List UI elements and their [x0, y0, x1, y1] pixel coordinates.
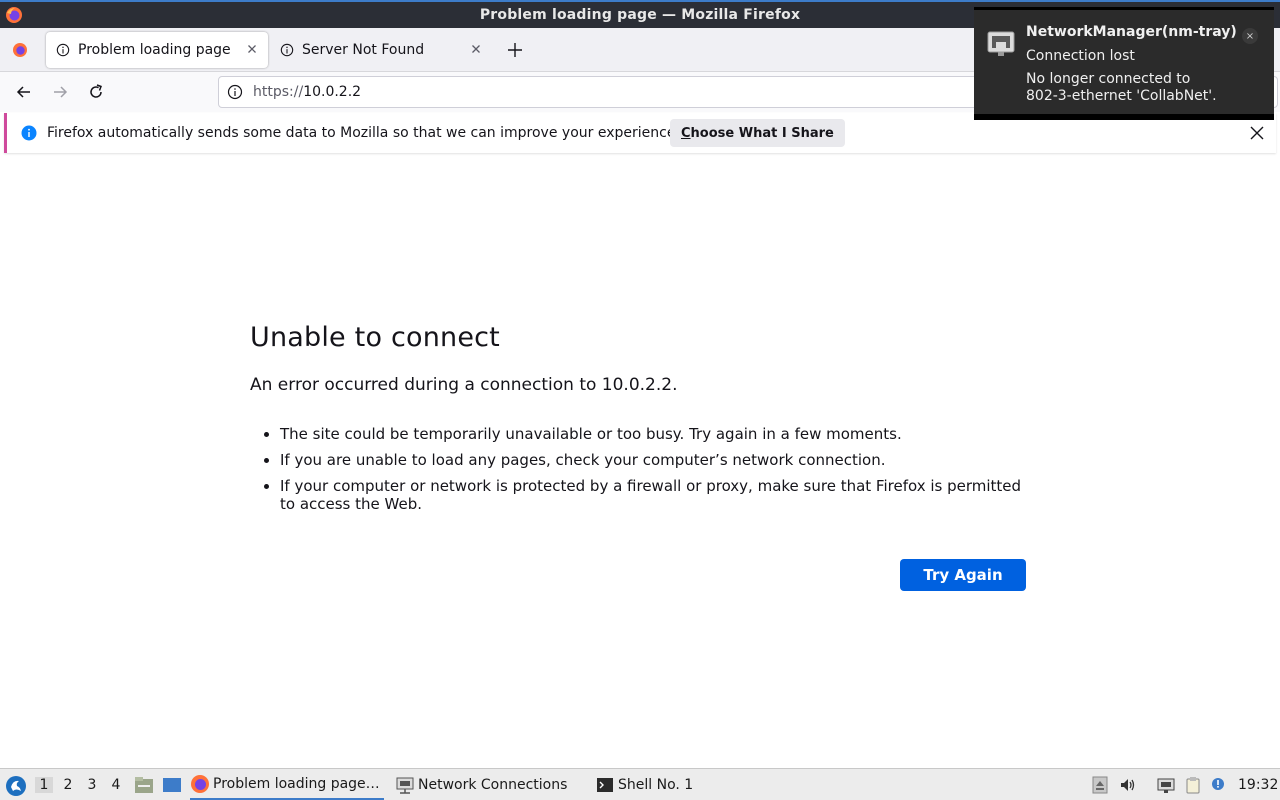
tab-label: Problem loading page	[78, 42, 231, 58]
network-icon	[396, 777, 414, 794]
task-label: Shell No. 1	[618, 776, 694, 793]
clipboard-icon[interactable]	[1184, 776, 1202, 794]
back-arrow-icon[interactable]	[14, 82, 34, 102]
site-info-icon[interactable]	[227, 84, 243, 100]
close-infobar-icon[interactable]	[1248, 124, 1266, 142]
start-menu-icon[interactable]	[5, 775, 27, 797]
button-label-rest: hoose What I Share	[690, 125, 834, 141]
list-item: The site could be temporarily unavailabl…	[280, 425, 1030, 443]
network-tray-icon[interactable]	[1157, 776, 1175, 794]
notification-summary: Connection lost	[1026, 48, 1135, 64]
desktop-notification[interactable]: NetworkManager(nm-tray) Connection lost …	[974, 7, 1274, 120]
workspace-2[interactable]: 2	[59, 777, 77, 793]
tab-label: Server Not Found	[302, 42, 425, 58]
firefox-view-button[interactable]	[6, 36, 34, 64]
choose-what-i-share-button[interactable]: Choose What I Share	[670, 119, 845, 147]
list-item: If your computer or network is protected…	[280, 477, 1030, 513]
error-description: An error occurred during a connection to…	[250, 375, 678, 396]
taskbar: 1 2 3 4 Problem loading page… Network Co…	[0, 768, 1280, 800]
tab-server-not-found[interactable]: Server Not Found	[270, 32, 492, 68]
firefox-logo-icon	[6, 7, 22, 23]
info-icon	[280, 43, 294, 57]
network-wired-icon	[987, 31, 1015, 56]
clock[interactable]: 19:32	[1238, 777, 1278, 793]
workspace-3[interactable]: 3	[83, 777, 101, 793]
infobar-message: Firefox automatically sends some data to…	[47, 125, 680, 141]
tab-problem-loading[interactable]: Problem loading page	[46, 32, 268, 68]
workspace-1[interactable]: 1	[35, 777, 53, 793]
list-item: If you are unable to load any pages, che…	[280, 451, 1030, 469]
error-title: Unable to connect	[250, 322, 500, 353]
task-label: Problem loading page…	[213, 775, 380, 792]
window-title: Problem loading page — Mozilla Firefox	[479, 7, 801, 23]
eject-icon[interactable]	[1091, 776, 1109, 794]
workspace-4[interactable]: 4	[107, 777, 125, 793]
close-tab-icon[interactable]	[244, 41, 260, 57]
url-text[interactable]: https://10.0.2.2	[253, 84, 361, 100]
error-page-container: Unable to connect An error occurred duri…	[250, 320, 1030, 591]
button-accesskey: C	[681, 125, 691, 141]
taskbar-task-shell[interactable]: Shell No. 1	[595, 769, 715, 800]
firefox-icon	[13, 43, 27, 57]
notification-body-line: 802-3-ethernet 'CollabNet'.	[1026, 88, 1217, 104]
reload-icon[interactable]	[86, 82, 106, 102]
terminal-icon	[597, 777, 613, 792]
firefox-icon	[191, 774, 209, 793]
update-notifier-icon[interactable]	[1209, 776, 1227, 794]
file-manager-icon[interactable]	[134, 776, 154, 794]
taskbar-task-firefox[interactable]: Problem loading page…	[190, 769, 384, 800]
try-again-button[interactable]: Try Again	[900, 559, 1026, 591]
info-filled-icon	[21, 125, 37, 141]
close-tab-icon[interactable]	[468, 41, 484, 57]
forward-arrow-icon[interactable]	[50, 82, 70, 102]
taskbar-task-network-connections[interactable]: Network Connections	[395, 769, 575, 800]
info-icon	[56, 43, 70, 57]
error-suggestions-list: The site could be temporarily unavailabl…	[250, 425, 1030, 513]
task-label: Network Connections	[418, 776, 568, 793]
notification-app-name: NetworkManager(nm-tray)	[1026, 24, 1237, 40]
notification-body: No longer connected to 802-3-ethernet 'C…	[1026, 71, 1256, 105]
show-desktop-icon[interactable]	[162, 776, 182, 794]
url-scheme: https://	[253, 84, 304, 100]
new-tab-plus-icon[interactable]	[505, 40, 525, 60]
volume-icon[interactable]	[1119, 776, 1137, 794]
notification-body-line: No longer connected to	[1026, 71, 1191, 87]
url-host: 10.0.2.2	[303, 84, 362, 100]
notification-close-button[interactable]: ×	[1242, 28, 1258, 44]
